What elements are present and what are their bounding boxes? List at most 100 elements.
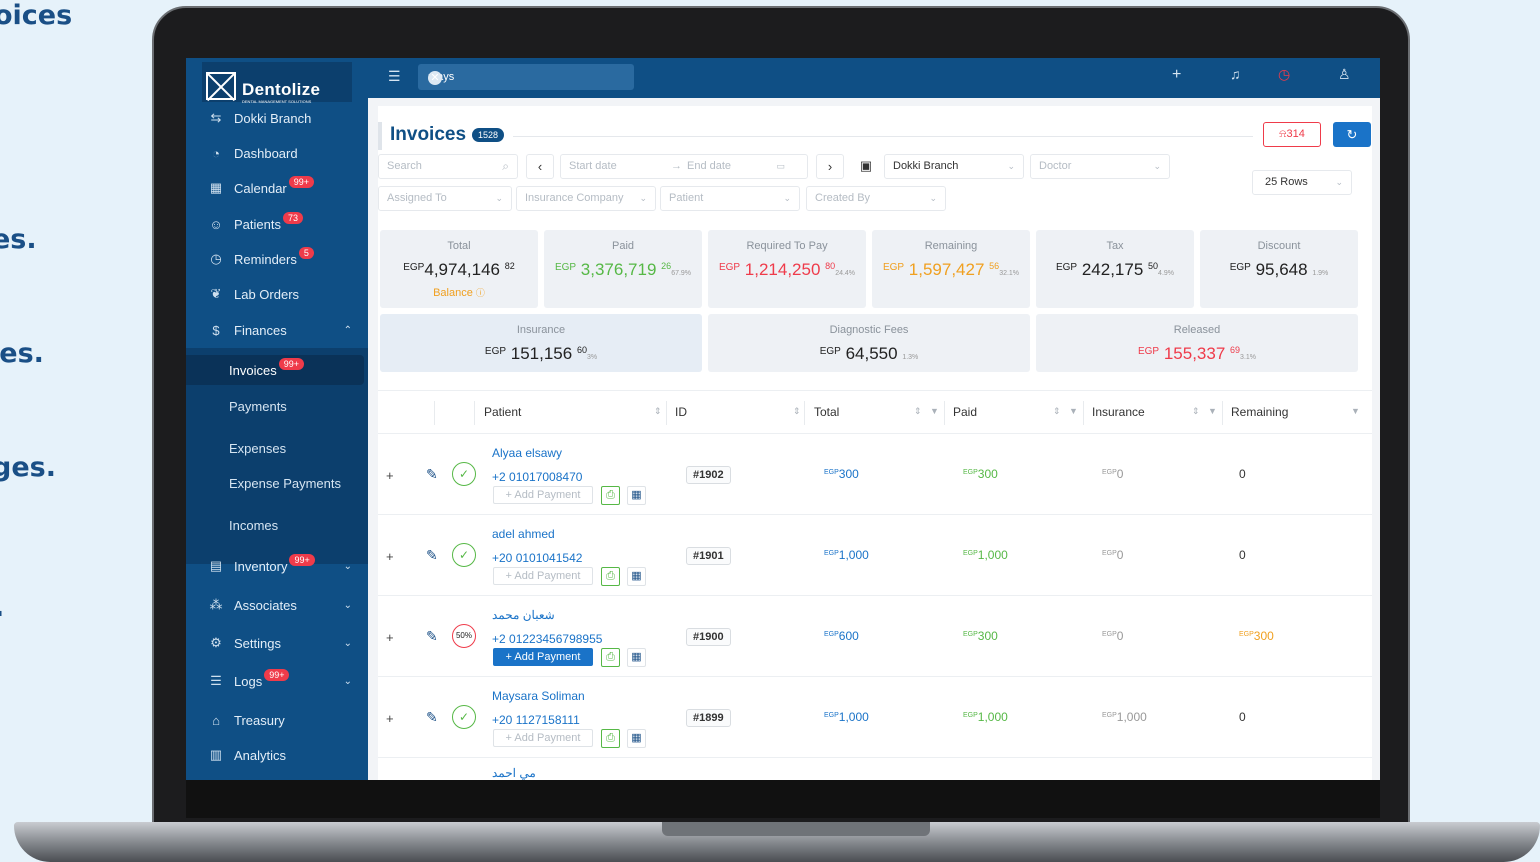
- sidebar-item-analytics[interactable]: ▥ Analytics: [186, 740, 368, 770]
- patient-phone[interactable]: +20 1127158111: [492, 713, 580, 727]
- patient-phone[interactable]: +2 01223456798955: [492, 632, 602, 646]
- add-payment-button[interactable]: + Add Payment: [493, 729, 593, 747]
- sidebar-item-expenses[interactable]: Expenses: [186, 433, 368, 463]
- print-icon[interactable]: ⎙: [601, 729, 620, 748]
- global-search-input[interactable]: mays ✕: [418, 64, 634, 90]
- column-header-remaining[interactable]: Remaining ▼: [1231, 405, 1360, 419]
- next-date-button[interactable]: ›: [816, 154, 844, 179]
- sidebar-item-patients[interactable]: ☺ Patients 73: [186, 209, 368, 239]
- sidebar-item-payments[interactable]: Payments: [186, 391, 368, 421]
- patient-name-link[interactable]: adel ahmed: [492, 527, 555, 541]
- insurance-company-placeholder: Insurance Company: [525, 192, 624, 204]
- add-icon[interactable]: +: [1172, 66, 1181, 84]
- dashboard-icon: ◔: [212, 145, 220, 161]
- print-icon[interactable]: ⎙: [601, 648, 620, 667]
- column-header-total[interactable]: Total ⇕ ▼: [814, 405, 939, 419]
- column-header-paid[interactable]: Paid ⇕ ▼: [953, 405, 1078, 419]
- menu-toggle-icon[interactable]: ☰: [388, 68, 401, 85]
- sidebar-item-treasury[interactable]: ⌂ Treasury: [186, 705, 368, 735]
- table-row[interactable]: + ✎ ✓ adel ahmed +20 0101041542 + Add Pa…: [378, 515, 1372, 596]
- qr-code-icon[interactable]: ▦: [627, 648, 646, 667]
- clock-icon[interactable]: ◷: [1278, 66, 1290, 83]
- patient-select[interactable]: Patient ⌄: [660, 186, 800, 211]
- sidebar-item-inventory[interactable]: ▤ Inventory 99+ ⌄: [186, 551, 368, 581]
- table-row[interactable]: + ✎ ✓ Alyaa elsawy +2 01017008470 + Add …: [378, 434, 1372, 515]
- alerts-button[interactable]: ⍾314: [1263, 122, 1321, 147]
- stat-label: Remaining: [924, 240, 978, 252]
- print-icon[interactable]: ⎙: [601, 486, 620, 505]
- chevron-down-icon: ⌄: [343, 599, 352, 611]
- sidebar-item-expense-payments[interactable]: Expense Payments: [186, 468, 368, 498]
- edit-icon[interactable]: ✎: [426, 628, 438, 645]
- insurance-company-select[interactable]: Insurance Company ⌄: [516, 186, 656, 211]
- branch-label: Dokki Branch: [234, 110, 312, 126]
- refresh-button[interactable]: ↻: [1333, 122, 1371, 147]
- prev-date-button[interactable]: ‹: [526, 154, 554, 179]
- invoice-id[interactable]: #1902: [686, 466, 731, 484]
- calendar-button[interactable]: ▣: [852, 154, 880, 179]
- notification-badge: 73: [282, 212, 303, 224]
- edit-icon[interactable]: ✎: [426, 547, 438, 564]
- column-header-insurance[interactable]: Insurance ⇕ ▼: [1092, 405, 1217, 419]
- branch-select[interactable]: Dokki Branch ⌄: [884, 154, 1024, 179]
- search-input[interactable]: Search ⌕: [378, 154, 518, 179]
- expand-icon[interactable]: +: [386, 549, 394, 564]
- table-row[interactable]: + ✎ ✓ Maysara Soliman +20 1127158111 + A…: [378, 677, 1372, 758]
- bell-icon[interactable]: ♫: [1230, 66, 1241, 82]
- invoice-id[interactable]: #1899: [686, 709, 731, 727]
- patient-name-link[interactable]: Alyaa elsawy: [492, 446, 562, 460]
- user-icon[interactable]: ♙: [1338, 66, 1351, 83]
- sidebar-item-lab-orders[interactable]: ❦ Lab Orders: [186, 279, 368, 309]
- qr-code-icon[interactable]: ▦: [627, 729, 646, 748]
- add-payment-button[interactable]: + Add Payment: [493, 567, 593, 585]
- expand-icon[interactable]: +: [386, 711, 394, 726]
- remaining-amount: EGP300: [1239, 629, 1274, 643]
- table-row[interactable]: مي احمد: [378, 758, 1372, 780]
- sidebar-item-invoices[interactable]: Invoices 99+: [186, 355, 364, 385]
- gear-icon: ⚙: [210, 635, 222, 650]
- invoice-id[interactable]: #1900: [686, 628, 731, 646]
- sidebar-item-associates[interactable]: ⁂ Associates ⌄: [186, 590, 368, 620]
- branch-switcher[interactable]: ⇆ Dokki Branch: [186, 103, 368, 133]
- stat-label: Released: [1173, 324, 1221, 336]
- sidebar-item-label: Invoices: [229, 362, 277, 378]
- patient-name-link[interactable]: Maysara Soliman: [492, 689, 585, 703]
- sidebar-item-calendar[interactable]: ▦ Calendar 99+: [186, 173, 368, 203]
- expand-icon[interactable]: +: [386, 630, 394, 645]
- sidebar-item-dashboard[interactable]: ◔ Dashboard: [186, 138, 368, 168]
- add-payment-button[interactable]: + Add Payment: [493, 486, 593, 504]
- rows-per-page-select[interactable]: 25 Rows ⌄: [1252, 170, 1352, 195]
- doctor-select[interactable]: Doctor ⌄: [1030, 154, 1170, 179]
- clear-icon[interactable]: ✕: [428, 71, 442, 85]
- top-bar: ☰ mays ✕ + ♫ ◷ ♙: [368, 58, 1380, 98]
- edit-icon[interactable]: ✎: [426, 709, 438, 726]
- qr-code-icon[interactable]: ▦: [627, 567, 646, 586]
- print-icon[interactable]: ⎙: [601, 567, 620, 586]
- sidebar-item-finances[interactable]: $ Finances ⌃: [186, 315, 368, 345]
- patient-phone[interactable]: +20 0101041542: [492, 551, 582, 565]
- sidebar-item-settings[interactable]: ⚙ Settings ⌄: [186, 628, 368, 658]
- sidebar-item-logs[interactable]: ☰ Logs 99+ ⌄: [186, 666, 368, 696]
- expand-icon[interactable]: +: [386, 468, 394, 483]
- paid-amount: EGP1,000: [963, 710, 1008, 724]
- patient-phone[interactable]: +2 01017008470: [492, 470, 582, 484]
- table-row[interactable]: + ✎ 50% شعبان محمد +2 01223456798955 + A…: [378, 596, 1372, 677]
- patient-name-link[interactable]: مي احمد: [492, 766, 536, 780]
- column-header-patient[interactable]: Patient ⇕: [484, 405, 662, 419]
- stat-value: EGP 64,550 1.3%: [819, 344, 919, 363]
- sidebar-item-label: Expense Payments: [229, 475, 342, 491]
- edit-icon[interactable]: ✎: [426, 466, 438, 483]
- sidebar-item-incomes[interactable]: Incomes: [186, 510, 368, 540]
- logo[interactable]: Dentolize DENTAL MANAGEMENT SOLUTIONS: [202, 62, 352, 104]
- column-header-id[interactable]: ID ⇕: [675, 405, 801, 419]
- search-icon: ⌕: [502, 159, 509, 173]
- created-by-select[interactable]: Created By ⌄: [806, 186, 946, 211]
- qr-code-icon[interactable]: ▦: [627, 486, 646, 505]
- assigned-to-select[interactable]: Assigned To ⌄: [378, 186, 512, 211]
- patient-name-link[interactable]: شعبان محمد: [492, 608, 555, 622]
- add-payment-button[interactable]: + Add Payment: [493, 648, 593, 666]
- invoice-id[interactable]: #1901: [686, 547, 731, 565]
- sidebar-item-reminders[interactable]: ◷ Reminders 5: [186, 244, 368, 274]
- chevron-down-icon: ⌄: [343, 637, 352, 649]
- date-range-picker[interactable]: Start date → End date ▭: [560, 154, 808, 179]
